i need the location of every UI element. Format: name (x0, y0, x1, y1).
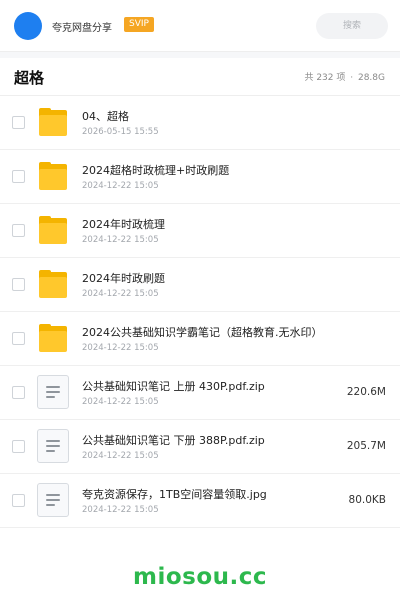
avatar[interactable] (14, 12, 42, 40)
item-date: 2024-12-22 15:05 (82, 451, 159, 461)
item-name[interactable]: 04、超格 (82, 108, 129, 124)
document-icon (37, 375, 69, 409)
folder-row[interactable]: 2024年时政梳理 2024-12-22 15:05 (0, 204, 400, 258)
folder-row[interactable]: 2024公共基础知识学霸笔记（超格教育.无水印） 2024-12-22 15:05 (0, 312, 400, 366)
item-name[interactable]: 2024超格时政梳理+时政刷题 (82, 162, 229, 178)
item-size: 80.0KB (348, 494, 386, 506)
item-date: 2024-12-22 15:05 (82, 343, 159, 353)
document-icon (37, 429, 69, 463)
item-date: 2024-12-22 15:05 (82, 181, 159, 191)
item-date: 2024-12-22 15:05 (82, 289, 159, 299)
folder-row[interactable]: 04、超格 2026-05-15 15:55 (0, 96, 400, 150)
total-size: 28.8G (357, 73, 385, 83)
folder-icon (38, 269, 68, 299)
item-date: 2024-12-22 15:05 (82, 397, 159, 407)
folder-icon (38, 107, 68, 137)
item-date: 2024-12-22 15:05 (82, 235, 159, 245)
folder-icon (38, 161, 68, 191)
item-date: 2026-05-15 15:55 (82, 127, 159, 137)
file-row[interactable]: 公共基础知识笔记 上册 430P.pdf.zip 2024-12-22 15:05… (0, 366, 400, 420)
svip-badge: SVIP (124, 17, 154, 32)
item-size: 205.7M (346, 440, 386, 452)
item-date: 2024-12-22 15:05 (82, 505, 159, 515)
folder-header: 超格 共 232 项 · 28.8G (0, 58, 400, 96)
watermark-text: miosou.cc (132, 564, 268, 590)
separator: · (350, 73, 354, 83)
select-checkbox[interactable] (12, 116, 25, 129)
select-checkbox[interactable] (12, 278, 25, 291)
page-title: 超格 (14, 69, 45, 87)
select-checkbox[interactable] (12, 224, 25, 237)
item-name[interactable]: 公共基础知识笔记 下册 388P.pdf.zip (82, 432, 265, 448)
select-checkbox[interactable] (12, 494, 25, 507)
item-count-summary: 共 232 项 · 28.8G (303, 70, 386, 83)
item-count: 共 232 项 (304, 73, 346, 83)
select-checkbox[interactable] (12, 440, 25, 453)
folder-icon (38, 323, 68, 353)
share-owner-name: 夸克网盘分享 (52, 23, 112, 34)
file-row[interactable]: 公共基础知识笔记 下册 388P.pdf.zip 2024-12-22 15:05… (0, 420, 400, 474)
folder-row[interactable]: 2024年时政刷题 2024-12-22 15:05 (0, 258, 400, 312)
select-checkbox[interactable] (12, 386, 25, 399)
item-size: 220.6M (346, 386, 386, 398)
item-name[interactable]: 2024年时政梳理 (82, 216, 165, 232)
document-icon (37, 483, 69, 517)
item-name[interactable]: 公共基础知识笔记 上册 430P.pdf.zip (82, 378, 265, 394)
search-input[interactable]: 搜索 (316, 13, 388, 39)
folder-row[interactable]: 2024超格时政梳理+时政刷题 2024-12-22 15:05 (0, 150, 400, 204)
file-list: 04、超格 2026-05-15 15:55 2024超格时政梳理+时政刷题 2024… (0, 96, 400, 528)
item-name[interactable]: 2024年时政刷题 (82, 270, 165, 286)
top-bar: 夸克网盘分享 SVIP 搜索 (0, 0, 400, 52)
file-row[interactable]: 夸克资源保存，1TB空间容量领取.jpg 2024-12-22 15:05 80.0… (0, 474, 400, 528)
item-name[interactable]: 2024公共基础知识学霸笔记（超格教育.无水印） (82, 324, 323, 340)
folder-icon (38, 215, 68, 245)
select-checkbox[interactable] (12, 332, 25, 345)
select-checkbox[interactable] (12, 170, 25, 183)
item-name[interactable]: 夸克资源保存，1TB空间容量领取.jpg (82, 486, 267, 502)
